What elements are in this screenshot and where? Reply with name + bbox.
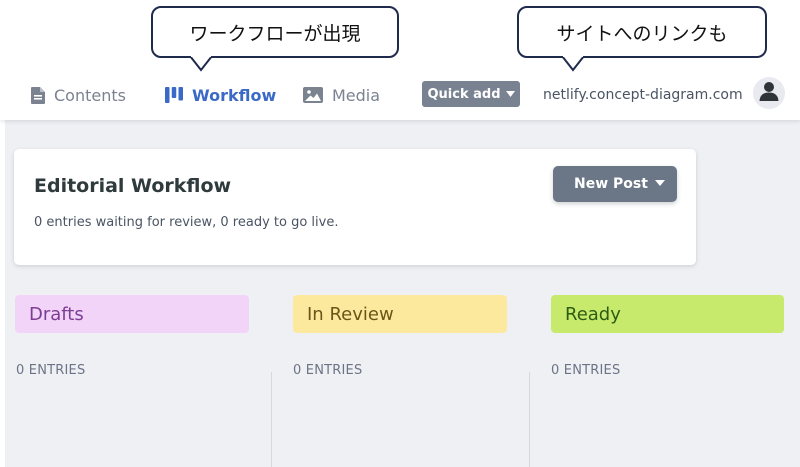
caret-down-icon: [655, 180, 665, 186]
column-divider: [271, 372, 272, 467]
quick-add-label: Quick add: [427, 86, 501, 102]
column-title-ready: Ready: [565, 303, 621, 325]
column-count-drafts: 0 ENTRIES: [16, 363, 86, 378]
column-header-ready: Ready: [551, 295, 784, 333]
top-navigation: Contents Workflow Media Quick add netlif…: [0, 70, 800, 120]
nav-tab-workflow-label: Workflow: [192, 85, 277, 105]
workflow-callout: ワークフローが出現: [151, 6, 399, 72]
page-title: Editorial Workflow: [34, 175, 232, 197]
workflow-status-text: 0 entries waiting for review, 0 ready to…: [34, 215, 339, 230]
nav-tab-media[interactable]: Media: [303, 70, 380, 120]
column-header-in-review: In Review: [293, 295, 507, 333]
editorial-workflow-card: Editorial Workflow 0 entries waiting for…: [14, 149, 696, 265]
callout-tail: [561, 56, 585, 72]
column-title-drafts: Drafts: [29, 303, 84, 325]
document-icon: [31, 86, 45, 104]
nav-tab-contents[interactable]: Contents: [31, 70, 126, 120]
column-header-drafts: Drafts: [15, 295, 249, 333]
site-callout-text: サイトへのリンクも: [556, 22, 728, 45]
image-icon: [303, 87, 323, 103]
workflow-main: Editorial Workflow 0 entries waiting for…: [0, 120, 800, 467]
nav-tab-media-label: Media: [332, 85, 381, 105]
kanban-icon: [165, 87, 183, 103]
quick-add-button[interactable]: Quick add: [422, 81, 520, 107]
user-icon: [758, 80, 780, 106]
caret-down-icon: [505, 91, 515, 97]
column-count-ready: 0 ENTRIES: [551, 363, 621, 378]
new-post-button[interactable]: New Post: [553, 166, 677, 202]
callout-tail: [189, 56, 213, 72]
nav-tab-workflow[interactable]: Workflow: [165, 70, 276, 120]
column-divider: [529, 372, 530, 467]
new-post-label: New Post: [574, 176, 648, 192]
user-avatar-button[interactable]: [753, 77, 785, 109]
site-url-link[interactable]: netlify.concept-diagram.com: [543, 70, 743, 120]
workflow-callout-text: ワークフローが出現: [189, 22, 361, 45]
column-count-in-review: 0 ENTRIES: [293, 363, 363, 378]
nav-tab-contents-label: Contents: [54, 85, 126, 105]
column-title-in-review: In Review: [307, 303, 394, 325]
site-link-callout: サイトへのリンクも: [517, 6, 767, 72]
